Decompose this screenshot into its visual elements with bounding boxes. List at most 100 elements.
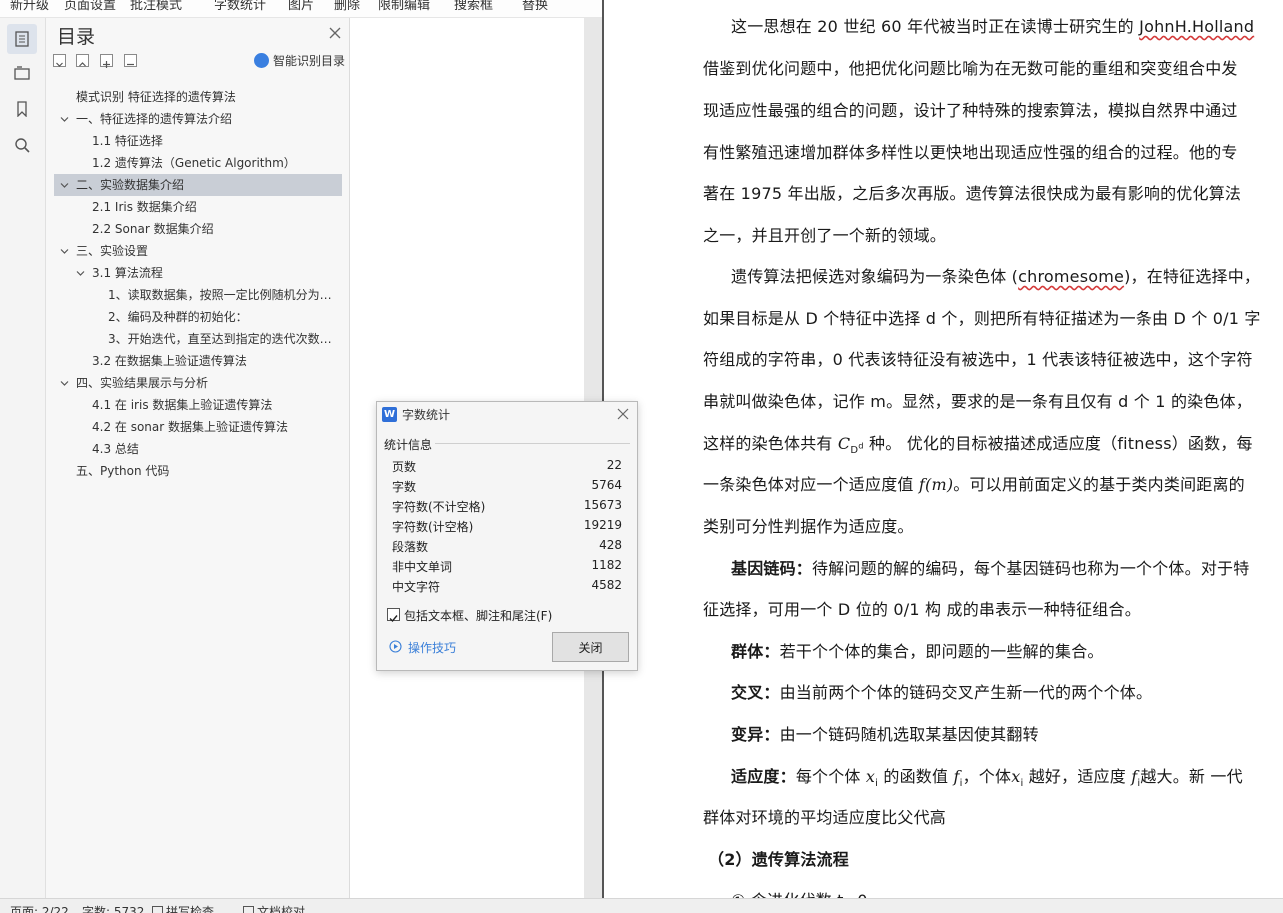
doc-line-12: 一条染色体对应一个适应度值 f(m)。可以用前面定义的基于类内类间距离的 [703, 475, 1245, 494]
toc-item[interactable]: 3、开始迭代，直至达到指定的迭代次数为止 [54, 328, 342, 350]
toc-item[interactable]: 模式识别 特征选择的遗传算法 [54, 86, 342, 108]
document-page[interactable]: 这一思想在 20 世纪 60 年代被当时正在读博士研究生的 JohnH.Holl… [604, 0, 1283, 898]
chapter-rail-button[interactable] [7, 58, 37, 88]
toc-item-label: 五、Python 代码 [76, 464, 170, 478]
stat-label: 中文字符 [392, 580, 441, 594]
toc-item-label: 4.3 总结 [92, 442, 139, 456]
ribbon-item-4[interactable]: 图片 [288, 0, 314, 13]
stats-section-label: 统计信息 [384, 438, 433, 452]
chevron-down-icon[interactable] [76, 269, 85, 278]
word-count-dialog: W 字数统计 统计信息 页数 22 字数 5764 字符数(不计空格) 15673 字符数(… [376, 401, 638, 671]
close-icon[interactable] [328, 26, 342, 40]
include-notes-checkbox[interactable] [387, 608, 400, 623]
toc-item[interactable]: 四、实验结果展示与分析 [54, 372, 342, 394]
toc-item[interactable]: 二、实验数据集介绍 [54, 174, 342, 196]
toc-item[interactable]: 4.3 总结 [54, 438, 342, 460]
doc-line-7: 遗传算法把候选对象编码为一条染色体 (chromesome)，在特征选择中， [731, 267, 1261, 286]
toc-item-label: 模式识别 特征选择的遗传算法 [76, 90, 236, 104]
tips-link[interactable]: 操作技巧 [408, 639, 456, 656]
toc-item[interactable]: 3.1 算法流程 [54, 262, 342, 284]
doc-line-2: 借鉴到优化问题中，他把优化问题比喻为在无数可能的重组和突变组合中发 [703, 59, 1238, 78]
stat-row: 中文字符 4582 [392, 578, 622, 598]
close-icon[interactable] [617, 408, 629, 420]
toc-item[interactable]: 2、编码及种群的初始化： [54, 306, 342, 328]
outline-icon [15, 31, 29, 47]
doc-line-8: 如果目标是从 D 个特征中选择 d 个，则把所有特征描述为一条由 D 个 0/1… [703, 309, 1261, 328]
ribbon-item-7[interactable]: 搜索框 [454, 0, 493, 13]
toc-item-label: 1.2 遗传算法（Genetic Algorithm） [92, 156, 296, 170]
chevron-down-icon[interactable] [60, 181, 69, 190]
doc-line-1: 这一思想在 20 世纪 60 年代被当时正在读博士研究生的 JohnH.Holl… [731, 17, 1255, 36]
stat-value: 4582 [591, 578, 622, 592]
spell-check-icon [152, 906, 163, 913]
smart-toc-label: 智能识别目录 [273, 54, 346, 68]
toc-item[interactable]: 一、特征选择的遗传算法介绍 [54, 108, 342, 130]
toc-item[interactable]: 2.2 Sonar 数据集介绍 [54, 218, 342, 240]
collapse-all-button[interactable] [53, 54, 66, 67]
stat-row: 字数 5764 [392, 478, 622, 498]
stat-row: 页数 22 [392, 458, 622, 478]
toc-item[interactable]: 1.2 遗传算法（Genetic Algorithm） [54, 152, 342, 174]
remove-heading-button[interactable] [124, 54, 137, 67]
chevron-down-icon [56, 62, 63, 67]
chevron-down-icon[interactable] [60, 379, 69, 388]
stat-value: 19219 [583, 518, 622, 532]
doc-line-9: 符组成的字符串，0 代表该特征没有被选中，1 代表该特征被选中，这个字符 [703, 350, 1253, 369]
expand-up-button[interactable] [76, 54, 89, 67]
robot-icon [254, 53, 269, 68]
toc-item[interactable]: 1.1 特征选择 [54, 130, 342, 152]
toc-item-label: 2、编码及种群的初始化： [108, 310, 248, 324]
smart-toc-button[interactable]: 智能识别目录 [254, 52, 345, 69]
toc-item[interactable]: 1、读取数据集，按照一定比例随机分为训练集和测试集 [54, 284, 342, 306]
chevron-down-icon[interactable] [60, 247, 69, 256]
doc-heading-ga-flow: （2）遗传算法流程 [708, 850, 849, 869]
toc-item[interactable]: 4.2 在 sonar 数据集上验证遗传算法 [54, 416, 342, 438]
chevron-down-icon[interactable] [60, 115, 69, 124]
toc-item-label: 3.1 算法流程 [92, 266, 163, 280]
toc-rail-button[interactable] [7, 24, 37, 54]
doc-line-18: 变异：由一个链码随机选取某基因使其翻转 [731, 725, 1039, 744]
doc-line-5: 著在 1975 年出版，之后多次再版。遗传算法很快成为最有影响的优化算法 [703, 184, 1242, 203]
toc-item-label: 一、特征选择的遗传算法介绍 [76, 112, 233, 126]
chevron-up-icon [79, 62, 86, 67]
toc-item[interactable]: 五、Python 代码 [54, 460, 342, 482]
bookmark-rail-button[interactable] [7, 94, 37, 124]
close-button[interactable]: 关闭 [552, 632, 629, 662]
stat-row: 段落数 428 [392, 538, 622, 558]
proof-toggle[interactable]: 文档校对 [243, 903, 305, 913]
toc-item[interactable]: 三、实验设置 [54, 240, 342, 262]
stat-value: 22 [606, 458, 622, 472]
doc-line-10: 串就叫做染色体，记作 m。显然，要求的是一条有且仅有 d 个 1 的染色体， [703, 392, 1252, 411]
stat-value: 5764 [591, 478, 622, 492]
toc-item-label: 2.1 Iris 数据集介绍 [92, 200, 197, 214]
toc-item-label: 四、实验结果展示与分析 [76, 376, 209, 390]
ribbon-item-0[interactable]: 新升级 [10, 0, 49, 13]
ribbon-item-1[interactable]: 页面设置 [64, 0, 116, 13]
toc-item[interactable]: 3.2 在数据集上验证遗传算法 [54, 350, 342, 372]
search-rail-button[interactable] [7, 130, 37, 160]
toc-list: 模式识别 特征选择的遗传算法 一、特征选择的遗传算法介绍 1.1 特征选择 1.2 遗… [54, 86, 342, 482]
minus-icon [127, 63, 134, 66]
toc-item[interactable]: 4.1 在 iris 数据集上验证遗传算法 [54, 394, 342, 416]
wps-logo-icon: W [382, 407, 397, 422]
ribbon-item-6[interactable]: 限制编辑 [378, 0, 430, 13]
ribbon-item-8[interactable]: 替换 [522, 0, 548, 13]
status-page[interactable]: 页面: 2/22 [10, 903, 69, 913]
add-heading-button[interactable] [100, 54, 113, 68]
spell-check-toggle[interactable]: 拼写检查 [152, 903, 214, 913]
status-words[interactable]: 字数: 5732 [82, 903, 144, 913]
ribbon-item-2[interactable]: 批注模式 [130, 0, 182, 13]
stat-label: 页数 [392, 460, 417, 474]
doc-line-20: 群体对环境的平均适应度比父代高 [703, 808, 947, 827]
dialog-title: 字数统计 [402, 408, 451, 422]
ribbon-item-3[interactable]: 字数统计 [214, 0, 266, 13]
include-notes-label[interactable]: 包括文本框、脚注和尾注(F) [404, 607, 552, 624]
stat-label: 段落数 [392, 540, 429, 554]
doc-line-11: 这样的染色体共有 CDd 种。 优化的目标被描述成适应度（fitness）函数，… [703, 434, 1253, 457]
toc-item-label: 1、读取数据集，按照一定比例随机分为训练集和测试集 [108, 288, 342, 302]
doc-line-19: 适应度：每个个体 xi 的函数值 fi，个体xi 越好，适应度 fi越大。新 一… [731, 767, 1243, 790]
stat-value: 1182 [591, 558, 622, 572]
stat-row: 字符数(计空格) 19219 [392, 518, 622, 538]
toc-item[interactable]: 2.1 Iris 数据集介绍 [54, 196, 342, 218]
ribbon-item-5[interactable]: 删除 [334, 0, 360, 13]
